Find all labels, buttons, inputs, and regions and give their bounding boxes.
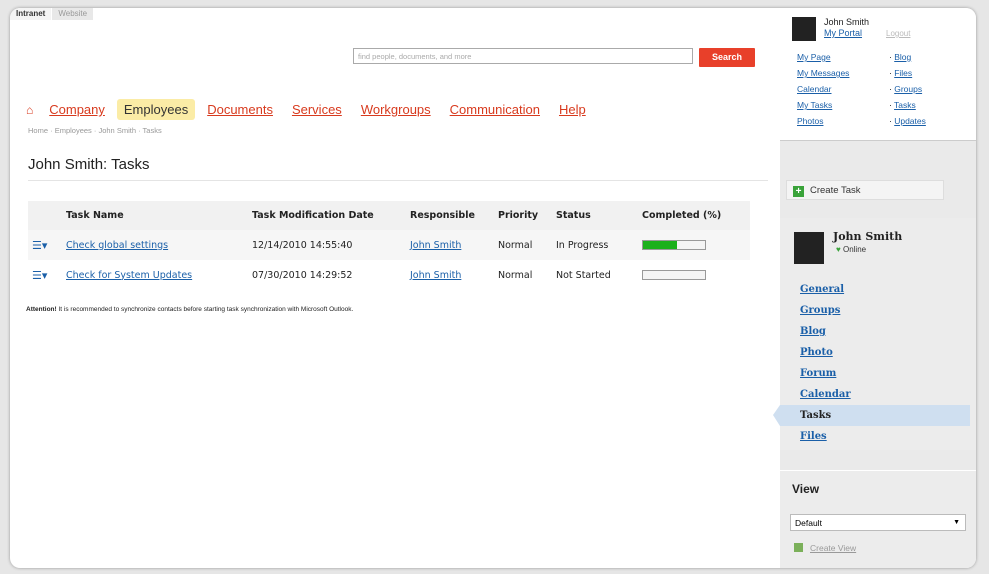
plus-icon: +	[793, 186, 804, 197]
profile-link-tasks[interactable]: Tasks	[773, 405, 970, 426]
progress-bar	[642, 270, 706, 280]
row-menu-icon[interactable]: ☰▾	[32, 239, 47, 252]
nav-help[interactable]: Help	[559, 102, 586, 117]
profile-link-groups[interactable]: Groups	[800, 305, 840, 316]
breadcrumb-user[interactable]: John Smith	[98, 126, 136, 135]
attention-note: Attention! It is recommended to synchron…	[26, 306, 353, 313]
task-date: 12/14/2010 14:55:40	[248, 230, 406, 260]
online-status: ♥ Online	[836, 245, 866, 254]
task-link[interactable]: Check global settings	[66, 240, 168, 251]
link-calendar[interactable]: Calendar	[797, 84, 832, 94]
link-groups[interactable]: Groups	[894, 84, 922, 94]
profile-name: John Smith	[833, 230, 903, 243]
nav-services[interactable]: Services	[292, 102, 342, 117]
link-my-messages[interactable]: My Messages	[797, 68, 849, 78]
progress-bar	[642, 240, 706, 250]
tasks-table: Task Name Task Modification Date Respons…	[28, 201, 750, 290]
task-priority: Normal	[498, 269, 533, 281]
calendar-icon	[794, 543, 803, 552]
search-button[interactable]: Search	[699, 48, 755, 67]
nav-communication[interactable]: Communication	[450, 102, 540, 117]
attention-label: Attention!	[26, 306, 57, 313]
breadcrumb: Home · Employees · John Smith · Tasks	[28, 126, 162, 135]
page-frame: Intranet Website find people, documents,…	[10, 8, 976, 568]
user-box: John Smith My Portal Logout My Page My M…	[780, 8, 976, 141]
header-priority[interactable]: Priority	[494, 201, 552, 230]
create-task-label: Create Task	[810, 185, 861, 196]
home-icon[interactable]: ⌂	[26, 103, 33, 117]
row-menu-icon[interactable]: ☰▾	[32, 269, 47, 282]
header-responsible[interactable]: Responsible	[406, 201, 494, 230]
online-icon: ♥	[836, 245, 841, 254]
table-header-row: Task Name Task Modification Date Respons…	[28, 201, 750, 230]
tab-intranet[interactable]: Intranet	[10, 8, 53, 20]
nav-workgroups[interactable]: Workgroups	[361, 102, 431, 117]
create-view-label: Create View	[810, 543, 857, 553]
task-status: In Progress	[552, 230, 638, 260]
nav-documents[interactable]: Documents	[207, 102, 273, 117]
main-nav: ⌂ Company Employees Documents Services W…	[26, 99, 605, 120]
task-priority: Normal	[494, 230, 552, 260]
progress-fill	[643, 241, 678, 249]
header-modification-date[interactable]: Task Modification Date	[248, 201, 406, 230]
table-row: ☰▾ Check global settings 12/14/2010 14:5…	[28, 230, 750, 260]
link-files[interactable]: Files	[894, 68, 912, 78]
title-divider	[28, 180, 768, 181]
task-link[interactable]: Check for System Updates	[66, 270, 192, 281]
create-view-link[interactable]: Create View	[794, 543, 856, 553]
breadcrumb-tasks: Tasks	[142, 126, 162, 135]
link-blog[interactable]: Blog	[894, 52, 911, 62]
search-input[interactable]: find people, documents, and more	[353, 48, 693, 64]
profile-menu: General Groups Blog Photo Forum Calendar…	[773, 279, 976, 447]
page-title: John Smith: Tasks	[28, 156, 150, 173]
task-status: Not Started	[556, 269, 611, 281]
my-portal-link[interactable]: My Portal	[824, 28, 862, 38]
chevron-down-icon: ▼	[953, 519, 960, 526]
user-links-right: · Blog · Files · Groups · Tasks · Update…	[889, 52, 926, 126]
header-menu-col	[28, 201, 62, 230]
link-my-page[interactable]: My Page	[797, 52, 831, 62]
sidebar: John Smith My Portal Logout My Page My M…	[773, 8, 976, 568]
view-panel: View Default ▼ Create View	[780, 470, 976, 568]
header-status[interactable]: Status	[552, 201, 638, 230]
responsible-link[interactable]: John Smith	[410, 240, 461, 251]
user-links-left: My Page My Messages Calendar My Tasks Ph…	[797, 49, 849, 129]
profile-avatar[interactable]	[794, 232, 824, 264]
link-my-tasks[interactable]: My Tasks	[797, 100, 832, 110]
nav-company[interactable]: Company	[49, 102, 105, 117]
logout-link[interactable]: Logout	[886, 29, 910, 38]
breadcrumb-home[interactable]: Home	[28, 126, 48, 135]
link-tasks[interactable]: Tasks	[894, 100, 916, 110]
view-title: View	[792, 482, 820, 496]
avatar[interactable]	[792, 17, 816, 41]
table-row: ☰▾ Check for System Updates 07/30/2010 1…	[28, 260, 750, 290]
header-task-name[interactable]: Task Name	[62, 201, 248, 230]
task-date: 07/30/2010 14:29:52	[252, 269, 353, 281]
profile-link-forum[interactable]: Forum	[800, 368, 836, 379]
link-updates[interactable]: Updates	[894, 116, 926, 126]
view-select[interactable]: Default ▼	[790, 514, 966, 531]
responsible-link[interactable]: John Smith	[410, 270, 461, 281]
profile-panel: John Smith ♥ Online General Groups Blog …	[773, 218, 976, 450]
user-name: John Smith	[824, 17, 870, 27]
profile-link-general[interactable]: General	[800, 284, 844, 295]
profile-link-blog[interactable]: Blog	[800, 326, 826, 337]
nav-employees[interactable]: Employees	[116, 99, 196, 120]
top-tabs: Intranet Website	[10, 8, 95, 20]
profile-link-photo[interactable]: Photo	[800, 347, 833, 358]
create-task-button[interactable]: + Create Task	[786, 180, 944, 200]
profile-link-files[interactable]: Files	[800, 431, 827, 442]
view-selected: Default	[795, 518, 822, 528]
breadcrumb-employees[interactable]: Employees	[55, 126, 92, 135]
online-label: Online	[842, 245, 867, 254]
tab-website[interactable]: Website	[52, 8, 95, 20]
attention-text: It is recommended to synchronize contact…	[56, 306, 354, 313]
link-photos[interactable]: Photos	[797, 116, 823, 126]
header-completed[interactable]: Completed (%)	[638, 201, 750, 230]
profile-link-calendar[interactable]: Calendar	[800, 389, 851, 400]
